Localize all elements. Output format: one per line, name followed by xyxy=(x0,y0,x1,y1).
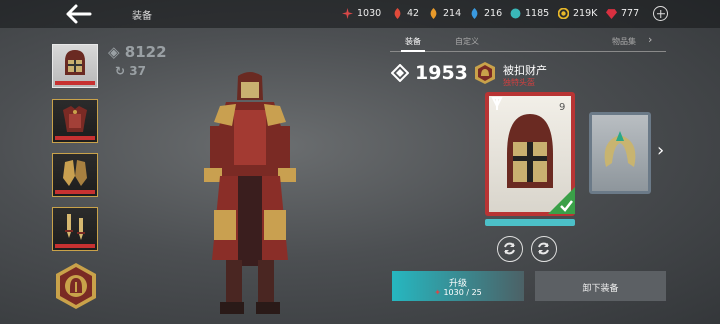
slot-rarity-bar xyxy=(55,244,95,248)
reforge-icon xyxy=(538,242,549,255)
gauntlets-icon xyxy=(63,160,87,186)
swap-icon xyxy=(504,242,515,255)
alternate-item-image xyxy=(592,115,648,191)
currency-blue-flame: 216 xyxy=(469,8,502,19)
item-power: 1953 xyxy=(391,62,468,84)
slot-rarity-bar xyxy=(55,81,95,85)
circlet-icon xyxy=(604,131,636,167)
red-crystal-icon xyxy=(342,8,353,19)
helmet-icon xyxy=(65,50,85,75)
slot-rarity-bar xyxy=(55,136,95,140)
currency-red-crystal: 1030 xyxy=(342,8,381,19)
chest-armor-icon xyxy=(63,106,87,132)
daggers-icon xyxy=(65,214,85,240)
unequip-button[interactable]: 卸下装备 xyxy=(535,271,666,301)
item-subtitle: 独特头盔 xyxy=(503,78,535,87)
upgrade-button[interactable]: 升级 ✦ 1030 / 25 xyxy=(392,271,524,301)
tab-equipment[interactable]: 装备 xyxy=(401,36,425,52)
upgrade-count-stat: ↻ 37 xyxy=(115,64,146,78)
chevron-right-icon[interactable]: › xyxy=(648,33,652,46)
tab-item-sets[interactable]: 物品集 xyxy=(612,36,636,47)
page-title: 装备 xyxy=(132,11,152,22)
slot-rarity-bar xyxy=(55,190,95,194)
svg-text:9: 9 xyxy=(559,102,565,113)
reforge-item-button[interactable] xyxy=(531,236,557,262)
ruby-icon xyxy=(606,9,617,19)
slot-chest-armor[interactable] xyxy=(52,99,98,143)
orange-flame-icon xyxy=(430,8,437,19)
back-arrow-icon[interactable] xyxy=(64,3,94,25)
helmet-emblem-icon xyxy=(56,263,96,309)
tab-bar: 装备 自定义 物品集 › xyxy=(390,33,666,52)
upgrade-icon: ↻ xyxy=(115,64,126,78)
currency-red-flame: 42 xyxy=(392,8,419,19)
item-name: 被扣财产 xyxy=(503,64,547,77)
slot-weapons[interactable] xyxy=(52,207,98,251)
upgrade-cost: ✦ 1030 / 25 xyxy=(434,288,482,297)
total-power-stat: ◈ 8122 xyxy=(108,43,167,61)
blue-flame-icon xyxy=(471,8,478,19)
power-icon xyxy=(391,64,409,82)
currency-teal-orb: 1185 xyxy=(510,8,549,19)
add-currency-button[interactable] xyxy=(653,6,668,21)
clan-emblem-button[interactable] xyxy=(55,262,97,310)
red-crystal-icon: ✦ xyxy=(434,288,441,297)
helmet-badge-icon xyxy=(475,62,495,84)
equipped-check-icon xyxy=(548,187,575,214)
gold-coin-icon xyxy=(558,8,569,19)
item-level-bar xyxy=(485,219,575,226)
red-flame-icon xyxy=(394,8,401,19)
slot-gauntlets[interactable] xyxy=(52,153,98,197)
teal-orb-icon xyxy=(510,8,521,19)
next-item-chevron-icon[interactable]: › xyxy=(657,140,664,161)
slot-helmet[interactable] xyxy=(52,44,98,88)
tab-customize[interactable]: 自定义 xyxy=(455,36,479,47)
power-icon: ◈ xyxy=(108,43,120,61)
currency-gold-coin: 219K xyxy=(558,8,597,19)
character-model xyxy=(204,72,296,314)
unequip-label: 卸下装备 xyxy=(582,284,619,294)
swap-item-button[interactable] xyxy=(497,236,523,262)
currency-ruby: 777 xyxy=(606,8,639,19)
currency-orange-flame: 214 xyxy=(428,8,461,19)
